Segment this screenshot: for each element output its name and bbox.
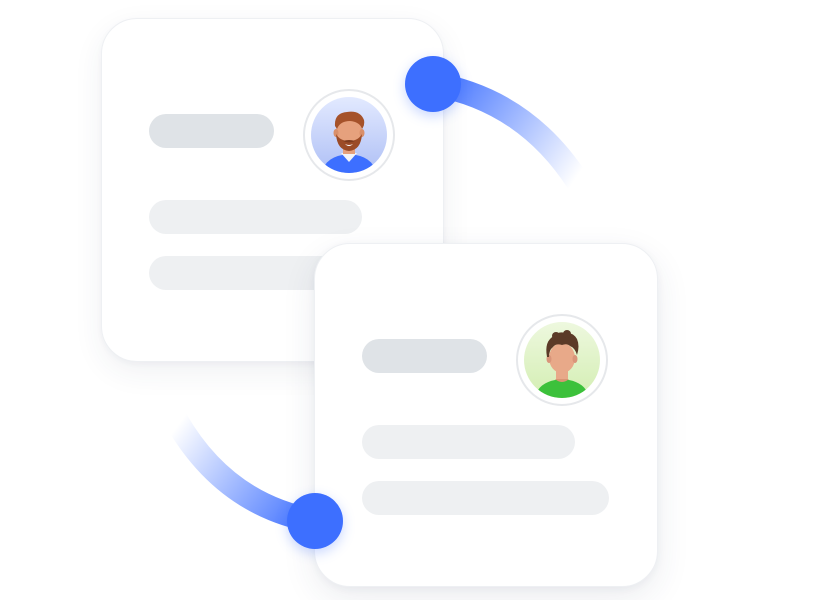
connector-node-top xyxy=(405,56,461,112)
text-placeholder-line xyxy=(149,200,362,234)
bearded-man-avatar-icon xyxy=(303,89,395,181)
name-placeholder xyxy=(149,114,274,148)
illustration-canvas xyxy=(0,0,816,600)
profile-card-front xyxy=(314,243,658,587)
name-placeholder xyxy=(362,339,487,373)
text-placeholder-line xyxy=(362,481,609,515)
connector-node-bottom xyxy=(287,493,343,549)
text-placeholder-line xyxy=(362,425,575,459)
curly-hair-man-avatar-icon xyxy=(516,314,608,406)
